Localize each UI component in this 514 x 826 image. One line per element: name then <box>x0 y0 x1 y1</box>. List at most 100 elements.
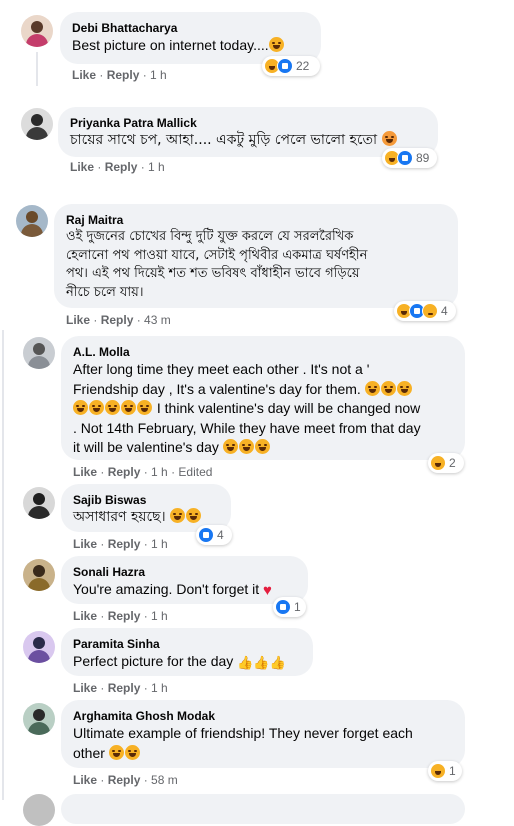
like-link[interactable]: Like <box>73 537 97 551</box>
reply-link[interactable]: Reply <box>101 313 134 327</box>
like-link[interactable]: Like <box>70 160 94 174</box>
comment-bubble: A.L. Molla After long time they meet eac… <box>61 336 465 460</box>
avatar[interactable] <box>21 15 53 47</box>
comment-actions: Like · Reply · 1 h · Edited <box>73 465 213 479</box>
grin-emoji-icon <box>268 37 284 52</box>
avatar[interactable] <box>23 559 55 591</box>
author-name[interactable]: Sonali Hazra <box>73 564 296 580</box>
reply-link[interactable]: Reply <box>105 160 138 174</box>
like-reaction-icon <box>275 599 291 615</box>
avatar[interactable] <box>23 631 55 663</box>
comment-bubble: Arghamita Ghosh Modak Ultimate example o… <box>61 700 465 768</box>
reply-link[interactable]: Reply <box>107 68 140 82</box>
reaction-count: 89 <box>416 151 430 165</box>
thumbs-up-emoji-icon: 👍 <box>269 655 286 670</box>
comment-text: You're amazing. Don't forget it ♥ <box>73 581 272 599</box>
orange-face-emoji-icon <box>381 131 397 146</box>
comment-text: Perfect picture for the day 👍👍👍 <box>73 653 286 670</box>
haha-reaction-icon <box>430 455 446 471</box>
reaction-count: 4 <box>441 304 448 318</box>
grin-emoji-icon <box>124 744 140 760</box>
reply-link[interactable]: Reply <box>108 537 141 551</box>
comment-actions: Like · Reply · 58 m <box>73 773 178 787</box>
comment-actions: Like · Reply · 1 h <box>73 537 168 551</box>
grin-emoji-icon <box>170 508 186 523</box>
author-name[interactable]: Arghamita Ghosh Modak <box>73 708 453 724</box>
reaction-summary[interactable]: 4 <box>196 525 232 545</box>
reaction-count: 1 <box>449 764 456 778</box>
author-name[interactable]: Sajib Biswas <box>73 492 219 508</box>
like-link[interactable]: Like <box>73 465 97 479</box>
avatar[interactable] <box>23 337 55 369</box>
comment-actions: Like · Reply · 1 h <box>72 68 167 82</box>
grin-emoji-icon <box>222 439 238 454</box>
grin-emoji-icon <box>73 400 88 415</box>
author-name[interactable]: Raj Maitra <box>66 212 446 228</box>
like-reaction-icon <box>397 150 413 166</box>
reply-link[interactable]: Reply <box>108 609 141 623</box>
comment-text: Best picture on internet today.... <box>72 36 309 55</box>
avatar[interactable] <box>23 487 55 519</box>
comment-actions: Like · Reply · 43 m <box>66 313 171 327</box>
avatar[interactable] <box>23 703 55 735</box>
comment-actions: Like · Reply · 1 h <box>73 681 168 695</box>
comment-actions: Like · Reply · 1 h <box>73 609 168 623</box>
grin-emoji-icon <box>396 380 412 396</box>
comment-text: চায়ের সাথে চপ, আহা.... একটু মুড়ি পেলে … <box>70 131 426 150</box>
timestamp[interactable]: 1 h <box>148 160 165 174</box>
author-name[interactable]: Priyanka Patra Mallick <box>70 115 426 131</box>
timestamp[interactable]: 1 h <box>151 537 168 551</box>
reaction-summary[interactable]: 22 <box>262 56 320 76</box>
reply-link[interactable]: Reply <box>108 773 141 787</box>
thread-line <box>2 330 4 800</box>
reaction-summary[interactable]: 2 <box>428 453 464 473</box>
like-link[interactable]: Like <box>73 609 97 623</box>
haha-reaction-icon <box>430 763 446 779</box>
grin-emoji-icon <box>364 380 380 396</box>
reaction-summary[interactable]: 1 <box>428 761 462 781</box>
grin-emoji-icon <box>186 508 202 523</box>
reply-link[interactable]: Reply <box>108 465 141 479</box>
thumbs-up-emoji-icon: 👍 <box>253 655 270 670</box>
sad-reaction-icon <box>422 303 438 319</box>
timestamp[interactable]: 1 h <box>151 465 168 479</box>
avatar[interactable] <box>21 108 53 140</box>
grin-emoji-icon <box>121 400 136 415</box>
author-name[interactable]: Debi Bhattacharya <box>72 20 309 36</box>
like-link[interactable]: Like <box>72 68 96 82</box>
timestamp[interactable]: 43 m <box>144 313 171 327</box>
grin-emoji-icon <box>380 380 396 396</box>
timestamp[interactable]: 1 h <box>151 681 168 695</box>
reaction-count: 2 <box>449 456 456 470</box>
like-reaction-icon <box>198 527 214 543</box>
like-link[interactable]: Like <box>73 681 97 695</box>
reply-link[interactable]: Reply <box>108 681 141 695</box>
timestamp[interactable]: 58 m <box>151 773 178 787</box>
comment-bubble <box>61 794 465 824</box>
comment-text: ওই দুজনের চোখের বিন্দু দুটি যুক্ত করলে য… <box>66 229 368 300</box>
timestamp[interactable]: 1 h <box>151 609 168 623</box>
grin-emoji-icon <box>137 400 152 415</box>
comment-bubble: Priyanka Patra Mallick চায়ের সাথে চপ, আ… <box>58 107 438 157</box>
thumbs-up-emoji-icon: 👍 <box>237 655 254 670</box>
author-name[interactable]: A.L. Molla <box>73 344 453 360</box>
comment-text: অসাধারণ হয়ছে। <box>73 508 219 527</box>
comment-actions: Like · Reply · 1 h <box>70 160 165 174</box>
comment-bubble: Paramita Sinha Perfect picture for the d… <box>61 628 313 676</box>
timestamp[interactable]: 1 h <box>150 68 167 82</box>
comment-text: After long time they meet each other . I… <box>73 361 421 455</box>
edited-label: Edited <box>178 465 213 479</box>
like-link[interactable]: Like <box>73 773 97 787</box>
comment-bubble: Sonali Hazra You're amazing. Don't forge… <box>61 556 308 604</box>
avatar[interactable] <box>23 794 55 826</box>
thread-line <box>36 52 38 86</box>
reaction-summary[interactable]: 4 <box>394 301 456 321</box>
comment-text: Ultimate example of friendship! They nev… <box>73 725 413 761</box>
like-link[interactable]: Like <box>66 313 90 327</box>
reaction-summary[interactable]: 89 <box>382 148 437 168</box>
author-name[interactable]: Paramita Sinha <box>73 636 301 652</box>
reaction-summary[interactable]: 1 <box>273 597 306 617</box>
grin-emoji-icon <box>89 400 104 415</box>
like-reaction-icon <box>277 58 293 74</box>
avatar[interactable] <box>16 205 48 237</box>
